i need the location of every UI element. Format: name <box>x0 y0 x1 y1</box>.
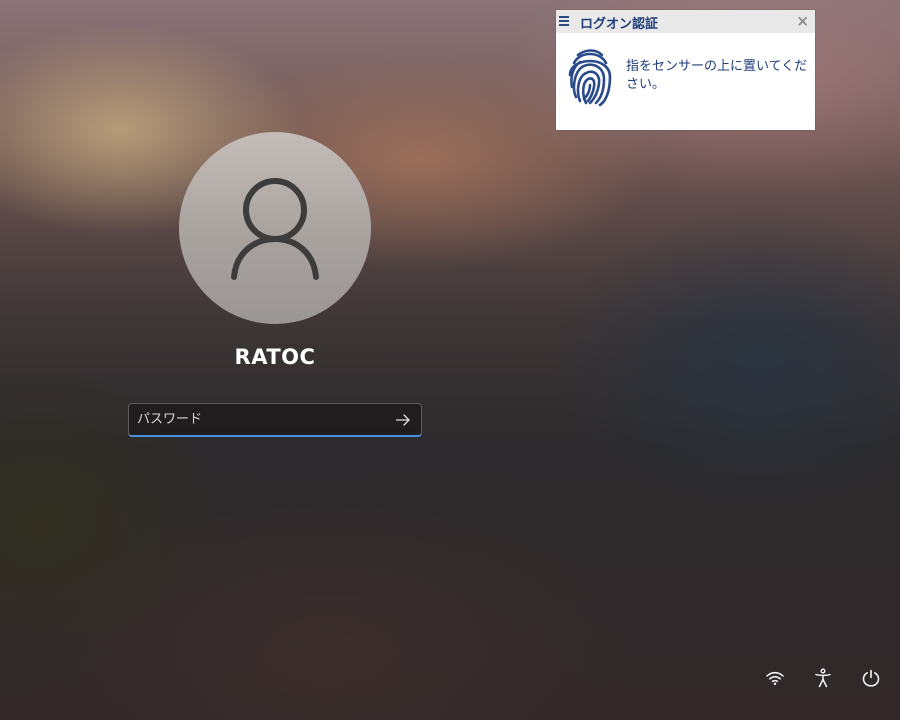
password-input[interactable] <box>137 404 387 435</box>
wifi-icon <box>766 671 784 685</box>
logon-auth-popup: ログオン認証 × 指をセンサーの上に置いてください。 <box>556 10 815 130</box>
power-button[interactable] <box>859 666 883 690</box>
network-button[interactable] <box>763 666 787 690</box>
fingerprint-icon <box>568 49 612 107</box>
accessibility-icon <box>815 668 831 688</box>
menu-icon[interactable] <box>559 16 569 27</box>
arrow-right-icon <box>395 414 410 426</box>
logon-popup-title: ログオン認証 <box>580 17 659 32</box>
power-icon <box>862 669 880 687</box>
person-icon <box>231 178 319 280</box>
password-field-container <box>128 403 422 437</box>
submit-button[interactable] <box>391 408 415 432</box>
accessibility-button[interactable] <box>811 666 835 690</box>
close-icon[interactable]: × <box>796 13 809 29</box>
logon-popup-titlebar: ログオン認証 × <box>556 10 815 33</box>
username: RATOC <box>234 345 316 369</box>
logon-popup-message: 指をセンサーの上に置いてください。 <box>626 59 808 92</box>
user-avatar <box>179 132 371 324</box>
